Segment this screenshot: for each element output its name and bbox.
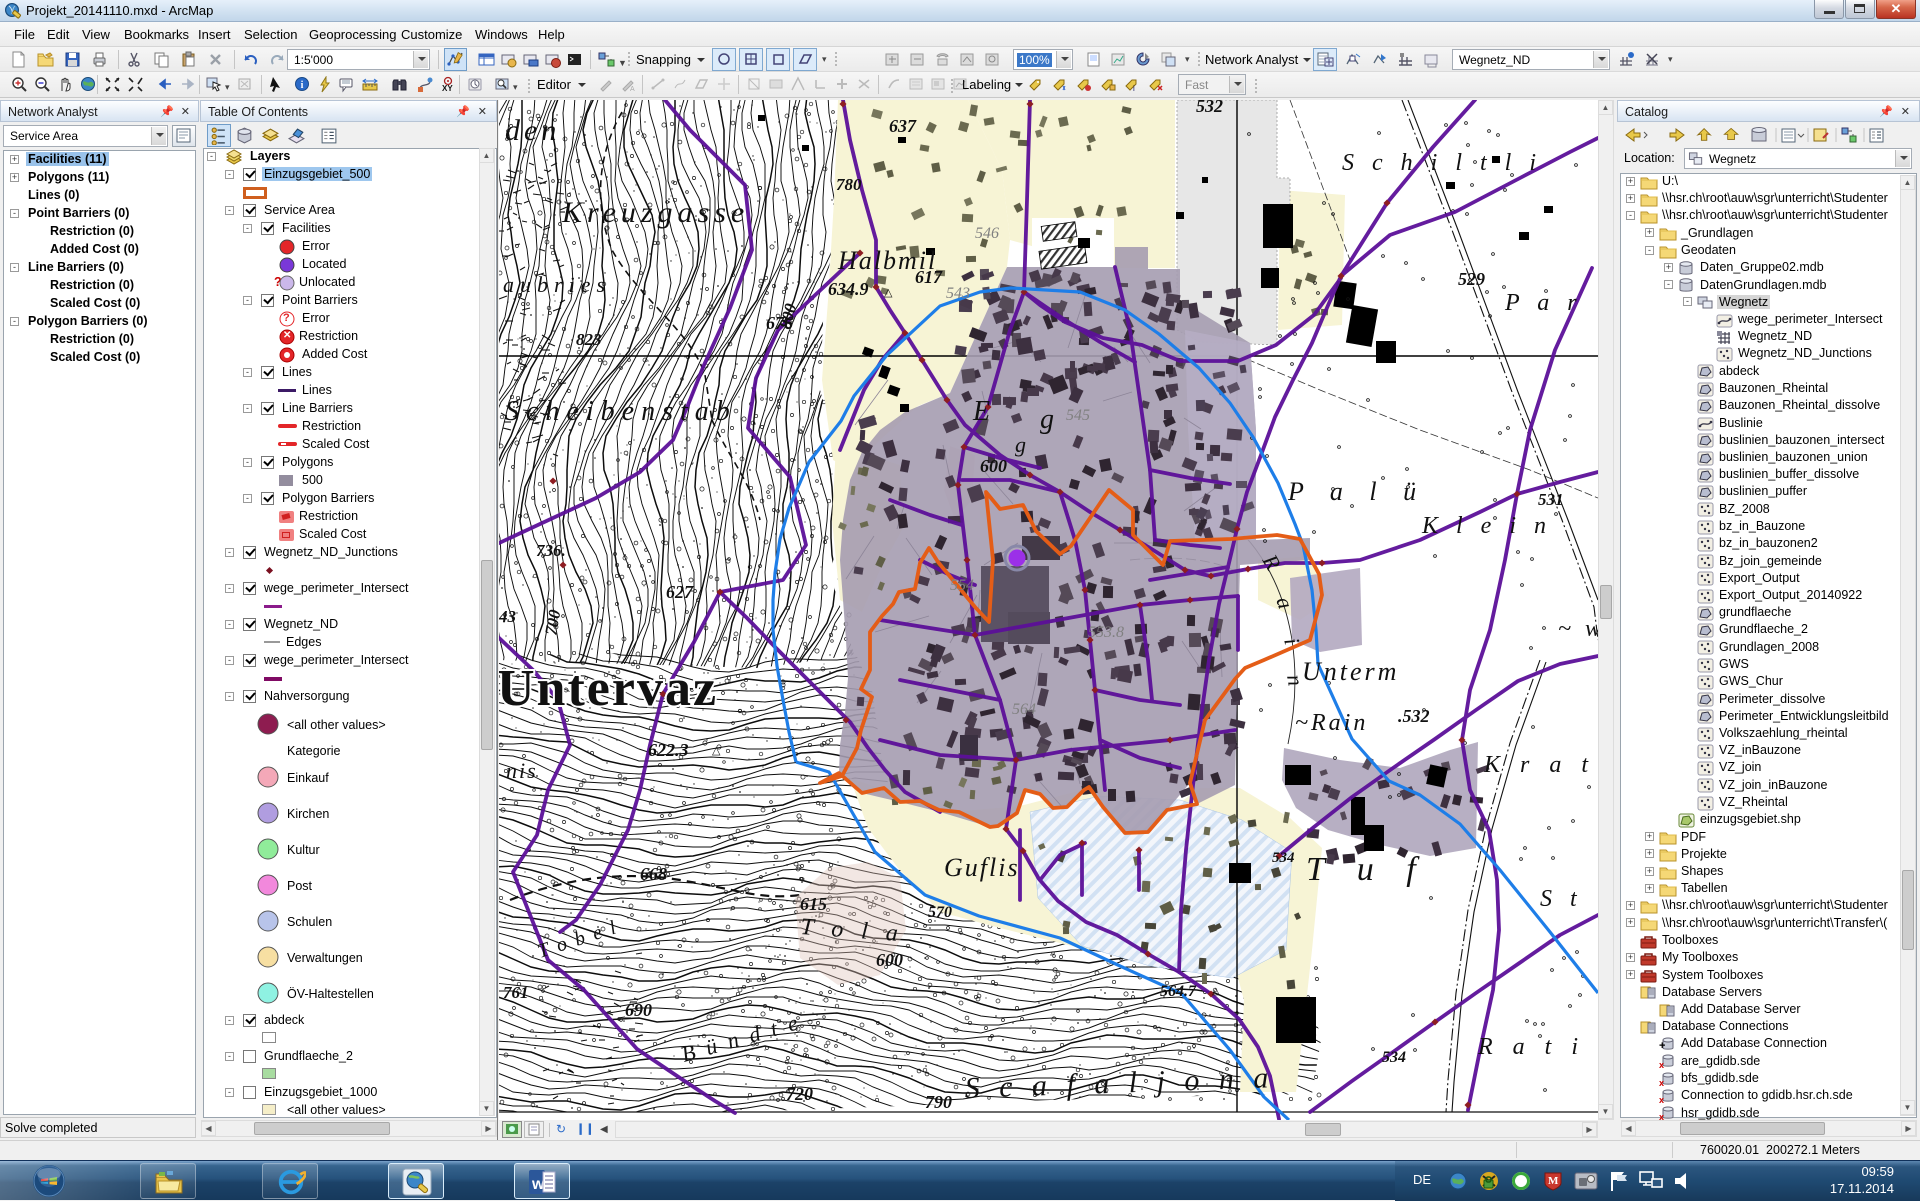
svg-text:546: 546 — [975, 225, 999, 242]
svg-text:736.: 736. — [536, 541, 566, 560]
svg-text:570: 570 — [928, 904, 952, 921]
svg-text:690: 690 — [625, 1000, 652, 1020]
svg-text:676: 676 — [766, 313, 793, 333]
svg-text:E: E — [972, 396, 990, 427]
svg-text:553.8: 553.8 — [1088, 624, 1124, 641]
svg-text:S c h i l t l i: S c h i l t l i — [1342, 150, 1542, 176]
svg-text:600: 600 — [980, 456, 1007, 476]
svg-text:Halbmil: Halbmil — [837, 246, 937, 275]
svg-text:i: i — [301, 80, 304, 91]
svg-text:△: △ — [712, 745, 721, 757]
svg-text:Scheibenstab: Scheibenstab — [505, 396, 737, 427]
svg-text:△: △ — [884, 287, 893, 299]
svg-text:790: 790 — [925, 1092, 952, 1112]
svg-text:534: 534 — [1382, 1049, 1406, 1066]
svg-text:R a t i: R a t i — [1477, 1034, 1585, 1060]
svg-text:XY: XY — [442, 84, 453, 93]
svg-text:564: 564 — [1012, 701, 1036, 718]
svg-text:g: g — [1040, 404, 1054, 435]
svg-text:532: 532 — [1196, 100, 1223, 116]
svg-text:P a r: P a r — [1504, 290, 1583, 316]
svg-text:Untervaz: Untervaz — [499, 660, 718, 717]
svg-text:x: x — [1659, 1060, 1664, 1069]
svg-text:600: 600 — [876, 950, 903, 970]
svg-text:+: + — [1659, 1040, 1665, 1052]
svg-text:534: 534 — [1272, 850, 1295, 866]
svg-text:634.9: 634.9 — [828, 279, 869, 299]
svg-text:545: 545 — [1066, 407, 1090, 424]
svg-text:g: g — [1015, 432, 1026, 457]
svg-text:Unterm: Unterm — [1302, 657, 1399, 686]
svg-text:Guflis: Guflis — [944, 853, 1020, 882]
svg-text:615: 615 — [800, 894, 827, 914]
svg-text:S t: S t — [1540, 886, 1583, 912]
svg-text:x: x — [1659, 1078, 1664, 1087]
svg-text:627: 627 — [666, 582, 694, 602]
svg-text:637: 637 — [889, 116, 917, 136]
svg-text:nis: nis — [506, 758, 538, 783]
svg-text:780: 780 — [836, 175, 862, 194]
svg-text:Kreuzgasse: Kreuzgasse — [561, 196, 749, 229]
svg-text:700: 700 — [541, 608, 564, 637]
svg-text:A: A — [630, 86, 635, 93]
svg-text:543: 543 — [946, 285, 970, 302]
svg-text:K r a t: K r a t — [1483, 752, 1595, 778]
svg-text:den: den — [505, 114, 560, 147]
svg-text:S c a f a l j o n a: S c a f a l j o n a — [964, 1061, 1275, 1105]
svg-text:M: M — [1548, 1175, 1559, 1187]
svg-text:P a l ü: P a l ü — [1287, 477, 1426, 506]
svg-text:529: 529 — [1458, 269, 1485, 289]
svg-text:761: 761 — [503, 983, 529, 1002]
svg-text:K l e i n: K l e i n — [1421, 513, 1552, 539]
svg-text:T u f: T u f — [1306, 851, 1428, 888]
svg-text:~Rain: ~Rain — [1295, 710, 1368, 736]
svg-text:x: x — [1659, 1095, 1664, 1104]
svg-text:531: 531 — [1538, 490, 1564, 509]
svg-text:622.3: 622.3 — [648, 740, 689, 760]
svg-text:△: △ — [1212, 986, 1220, 997]
svg-text:564.7: 564.7 — [1160, 983, 1197, 1000]
svg-text:823: 823 — [576, 330, 602, 349]
svg-text:~ w e i d: ~ w e i d — [1558, 616, 1598, 642]
svg-text:554: 554 — [950, 577, 974, 594]
svg-text:668: 668 — [640, 864, 667, 884]
svg-text:720: 720 — [786, 1084, 813, 1104]
svg-text:43: 43 — [499, 607, 517, 626]
svg-text:T o b e l: T o b e l — [535, 916, 621, 963]
svg-text:i: i — [1133, 84, 1135, 93]
svg-text:.532: .532 — [1398, 706, 1430, 726]
svg-text:aubries: aubries — [503, 272, 611, 297]
